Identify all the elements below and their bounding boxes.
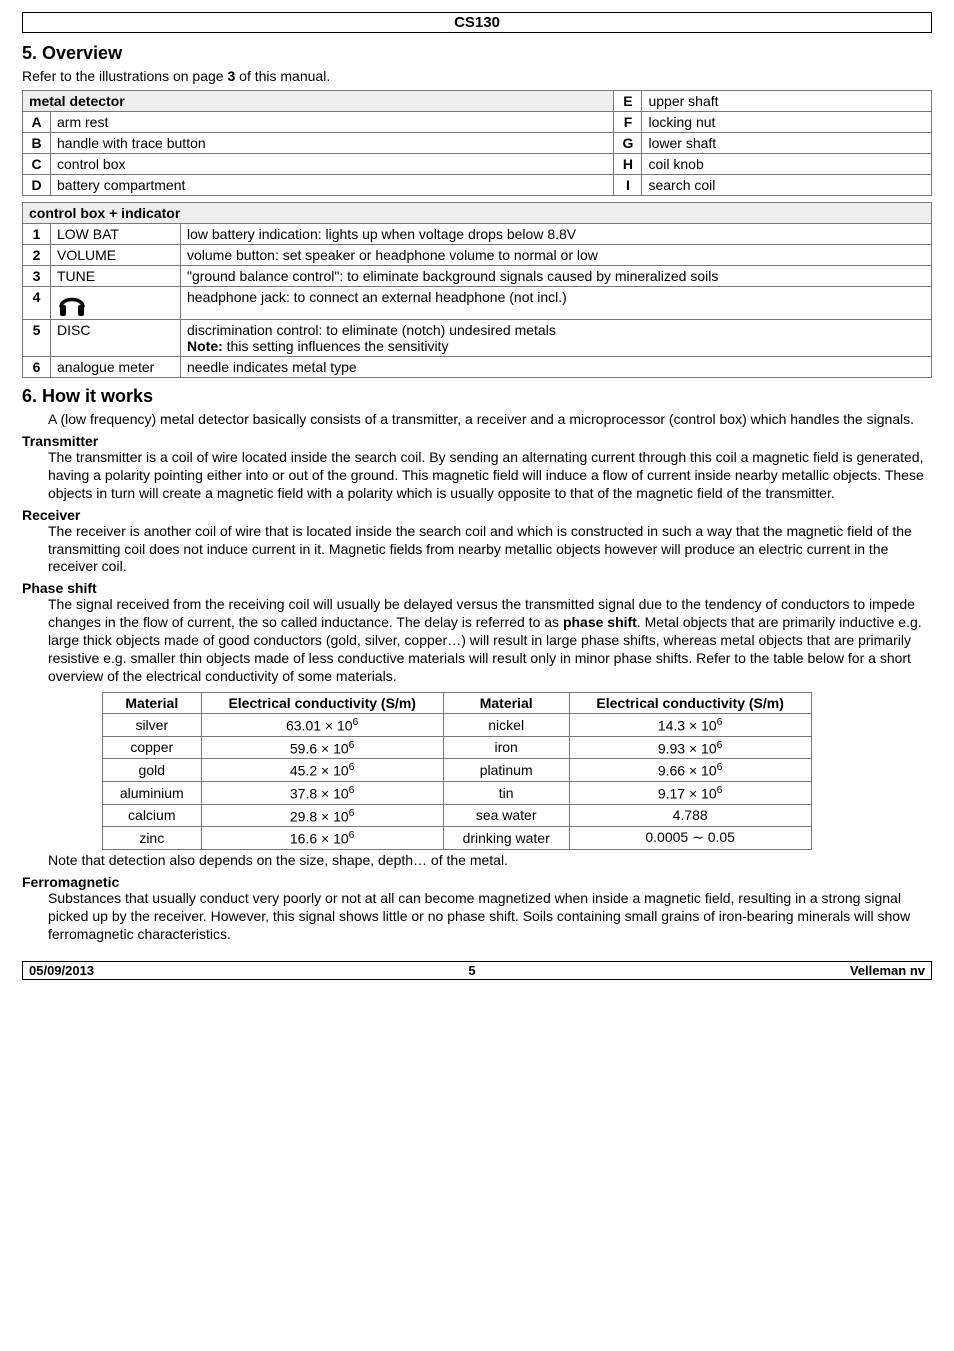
part-desc: lower shaft — [642, 133, 932, 154]
ctrl-label: analogue meter — [51, 357, 181, 378]
ctrl-num: 4 — [23, 287, 51, 320]
part-desc: arm rest — [51, 112, 614, 133]
part-letter: I — [614, 175, 642, 196]
part-desc: control box — [51, 154, 614, 175]
receiver-heading: Receiver — [22, 507, 932, 523]
section-5-intro: Refer to the illustrations on page 3 of … — [22, 68, 932, 84]
page-footer: 05/09/2013 5 Velleman nv — [22, 961, 932, 980]
part-desc: battery compartment — [51, 175, 614, 196]
cond-cell: iron — [443, 736, 569, 759]
cond-cell: zinc — [103, 827, 202, 850]
ctrl-desc: "ground balance control": to eliminate b… — [181, 266, 932, 287]
ctrl-label: LOW BAT — [51, 224, 181, 245]
cond-cell: aluminium — [103, 781, 202, 804]
col-conductivity: Electrical conductivity (S/m) — [569, 692, 811, 713]
cond-cell: 59.6 × 106 — [201, 736, 443, 759]
detection-note: Note that detection also depends on the … — [48, 852, 932, 870]
section-6-title: 6. How it works — [22, 386, 932, 407]
cond-cell: 9.66 × 106 — [569, 759, 811, 782]
parts-table: metal detector E upper shaft A arm rest … — [22, 90, 932, 196]
cond-cell: 0.0005 ∼ 0.05 — [569, 827, 811, 850]
phase-shift-text: The signal received from the receiving c… — [48, 596, 932, 686]
ctrl-desc: discrimination control: to eliminate (no… — [181, 320, 932, 357]
ferromagnetic-text: Substances that usually conduct very poo… — [48, 890, 932, 944]
cond-cell: platinum — [443, 759, 569, 782]
footer-brand: Velleman nv — [850, 963, 925, 978]
section-5-title: 5. Overview — [22, 43, 932, 64]
cond-cell: 16.6 × 106 — [201, 827, 443, 850]
cond-cell: 14.3 × 106 — [569, 713, 811, 736]
ctrl-label: VOLUME — [51, 245, 181, 266]
part-letter: D — [23, 175, 51, 196]
cond-cell: 4.788 — [569, 804, 811, 827]
control-box-table: 1LOW BATlow battery indication: lights u… — [22, 223, 932, 378]
transmitter-heading: Transmitter — [22, 433, 932, 449]
cond-cell: 9.93 × 106 — [569, 736, 811, 759]
col-conductivity: Electrical conductivity (S/m) — [201, 692, 443, 713]
cond-cell: copper — [103, 736, 202, 759]
cond-cell: silver — [103, 713, 202, 736]
parts-header: metal detector — [23, 91, 614, 112]
part-desc: handle with trace button — [51, 133, 614, 154]
ctrl-num: 2 — [23, 245, 51, 266]
control-box-header: control box + indicator — [22, 202, 932, 223]
cond-cell: 29.8 × 106 — [201, 804, 443, 827]
cond-cell: nickel — [443, 713, 569, 736]
ferromagnetic-heading: Ferromagnetic — [22, 874, 932, 890]
ctrl-label — [51, 287, 181, 320]
receiver-text: The receiver is another coil of wire tha… — [48, 523, 932, 577]
cond-cell: 9.17 × 106 — [569, 781, 811, 804]
part-letter: C — [23, 154, 51, 175]
ctrl-desc: headphone jack: to connect an external h… — [181, 287, 932, 320]
cond-cell: calcium — [103, 804, 202, 827]
ctrl-desc: volume button: set speaker or headphone … — [181, 245, 932, 266]
phase-shift-term: phase shift — [563, 614, 637, 630]
col-material: Material — [443, 692, 569, 713]
conductivity-table: Material Electrical conductivity (S/m) M… — [102, 692, 812, 850]
ctrl-label: DISC — [51, 320, 181, 357]
cond-cell: tin — [443, 781, 569, 804]
part-desc: coil knob — [642, 154, 932, 175]
part-letter: G — [614, 133, 642, 154]
footer-page: 5 — [468, 963, 475, 978]
cond-cell: gold — [103, 759, 202, 782]
ctrl-num: 3 — [23, 266, 51, 287]
text: Refer to the illustrations on page — [22, 68, 227, 84]
part-letter: E — [614, 91, 642, 112]
cond-cell: 45.2 × 106 — [201, 759, 443, 782]
cond-cell: 37.8 × 106 — [201, 781, 443, 804]
headphone-icon — [57, 289, 87, 317]
part-desc: upper shaft — [642, 91, 932, 112]
ctrl-desc: needle indicates metal type — [181, 357, 932, 378]
transmitter-text: The transmitter is a coil of wire locate… — [48, 449, 932, 503]
ctrl-num: 5 — [23, 320, 51, 357]
ctrl-num: 1 — [23, 224, 51, 245]
part-letter: B — [23, 133, 51, 154]
part-desc: search coil — [642, 175, 932, 196]
col-material: Material — [103, 692, 202, 713]
part-letter: H — [614, 154, 642, 175]
page-header-model: CS130 — [22, 12, 932, 33]
part-letter: F — [614, 112, 642, 133]
text: of this manual. — [235, 68, 330, 84]
part-desc: locking nut — [642, 112, 932, 133]
cond-cell: drinking water — [443, 827, 569, 850]
cond-cell: 63.01 × 106 — [201, 713, 443, 736]
part-letter: A — [23, 112, 51, 133]
phase-shift-heading: Phase shift — [22, 580, 932, 596]
section-6-intro: A (low frequency) metal detector basical… — [48, 411, 932, 429]
cond-cell: sea water — [443, 804, 569, 827]
ctrl-desc: low battery indication: lights up when v… — [181, 224, 932, 245]
ctrl-num: 6 — [23, 357, 51, 378]
footer-date: 05/09/2013 — [29, 963, 94, 978]
ctrl-label: TUNE — [51, 266, 181, 287]
